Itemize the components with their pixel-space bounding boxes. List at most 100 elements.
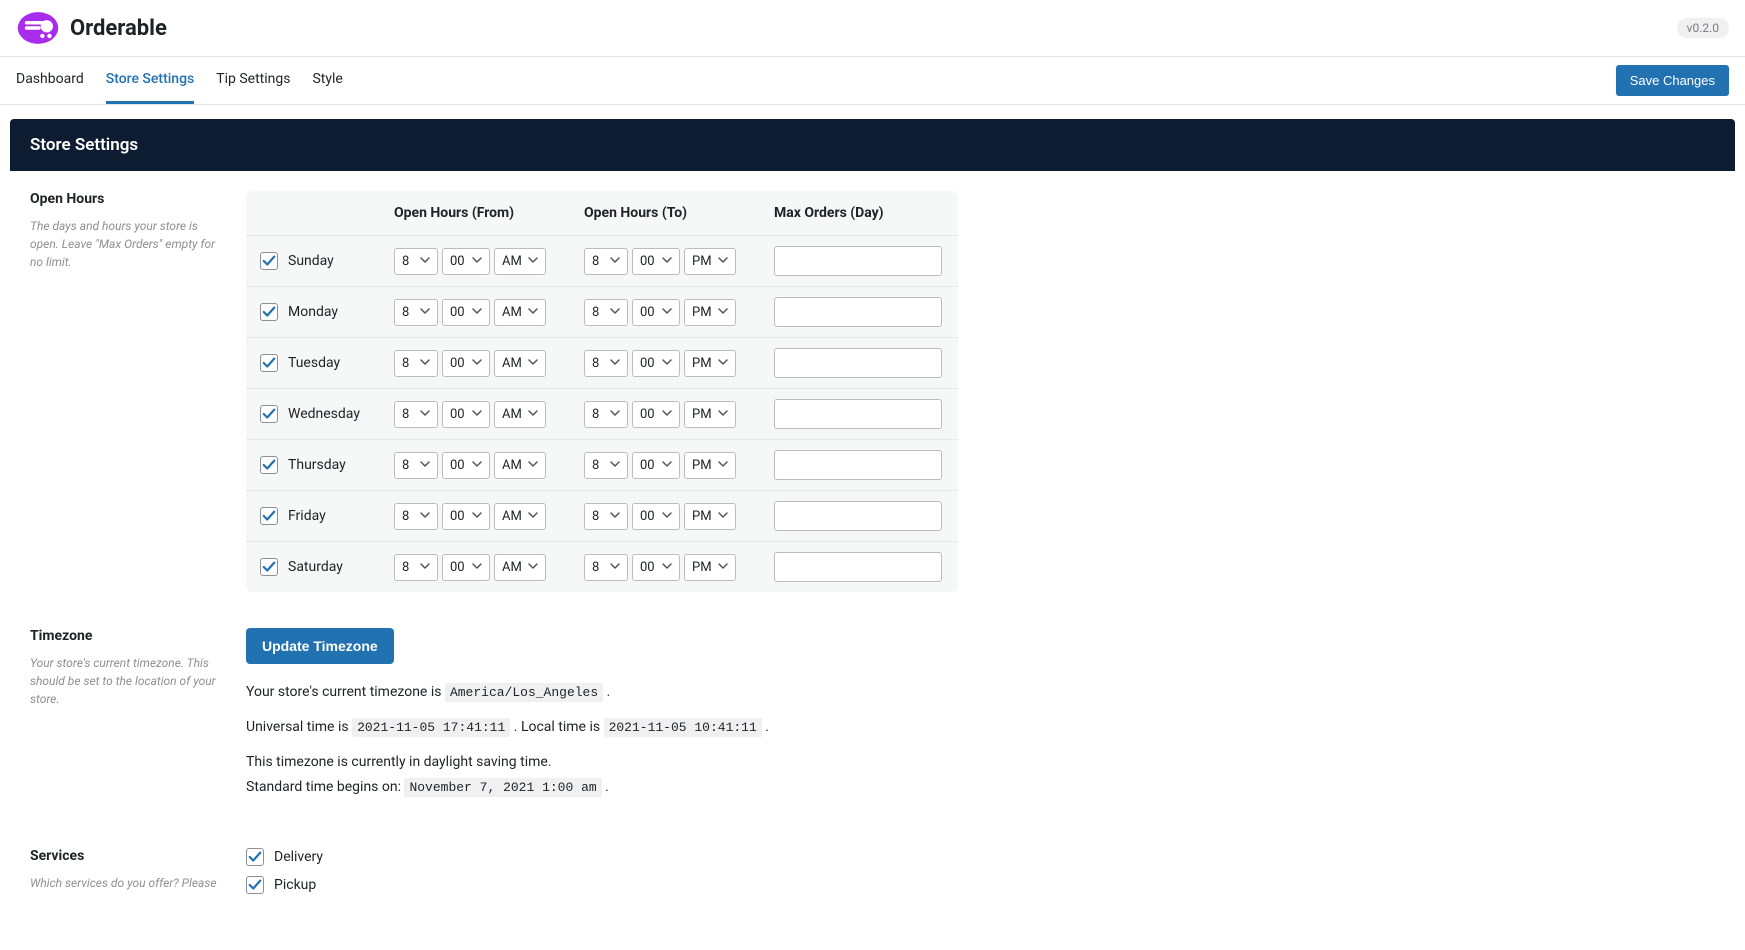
to-ampm-select[interactable]: PM <box>684 503 736 530</box>
to-minute-select[interactable]: 00 <box>632 248 680 275</box>
chevron-down-icon <box>662 407 672 422</box>
from-ampm-select[interactable]: AM <box>494 554 546 581</box>
from-ampm-select[interactable]: AM <box>494 248 546 275</box>
from-minute-select[interactable]: 00 <box>442 452 490 479</box>
to-hour-select[interactable]: 8 <box>584 554 628 581</box>
max-orders-input[interactable] <box>774 399 942 429</box>
from-ampm-select[interactable]: AM <box>494 452 546 479</box>
table-row: Sunday800AM800PM <box>246 236 958 287</box>
day-enabled-checkbox[interactable] <box>260 558 278 576</box>
from-ampm-select[interactable]: AM <box>494 299 546 326</box>
from-hour-select[interactable]: 8 <box>394 452 438 479</box>
day-enabled-checkbox[interactable] <box>260 507 278 525</box>
from-hour-select[interactable]: 8 <box>394 503 438 530</box>
text: . <box>765 719 769 735</box>
from-ampm-select[interactable]: AM <box>494 503 546 530</box>
brand-name: Orderable <box>70 16 167 41</box>
max-orders-input[interactable] <box>774 450 942 480</box>
tab-store-settings[interactable]: Store Settings <box>106 57 195 104</box>
tab-style[interactable]: Style <box>312 57 342 104</box>
update-timezone-button[interactable]: Update Timezone <box>246 628 394 664</box>
from-ampm-select[interactable]: AM <box>494 350 546 377</box>
to-ampm-select[interactable]: PM <box>684 350 736 377</box>
from-hour-select[interactable]: 8 <box>394 299 438 326</box>
brand: Orderable <box>16 10 167 46</box>
service-label: Pickup <box>274 877 316 893</box>
max-orders-input[interactable] <box>774 297 942 327</box>
to-minute-select[interactable]: 00 <box>632 503 680 530</box>
max-orders-input[interactable] <box>774 348 942 378</box>
tab-tip-settings[interactable]: Tip Settings <box>216 57 290 104</box>
max-orders-input[interactable] <box>774 552 942 582</box>
from-hour-select[interactable]: 8 <box>394 554 438 581</box>
chevron-down-icon <box>662 458 672 473</box>
to-ampm-select[interactable]: PM <box>684 554 736 581</box>
select-value: AM <box>502 305 522 320</box>
to-minute-select[interactable]: 00 <box>632 299 680 326</box>
day-label: Friday <box>288 508 326 524</box>
from-minute-select[interactable]: 00 <box>442 350 490 377</box>
max-cell <box>774 348 944 378</box>
tab-dashboard[interactable]: Dashboard <box>16 57 84 104</box>
to-minute-select[interactable]: 00 <box>632 401 680 428</box>
from-minute-select[interactable]: 00 <box>442 248 490 275</box>
from-minute-select[interactable]: 00 <box>442 401 490 428</box>
select-value: PM <box>692 254 712 269</box>
chevron-down-icon <box>528 560 538 575</box>
service-checkbox[interactable] <box>246 876 264 894</box>
max-cell <box>774 246 944 276</box>
to-hour-select[interactable]: 8 <box>584 452 628 479</box>
to-hour-select[interactable]: 8 <box>584 401 628 428</box>
chevron-down-icon <box>420 509 430 524</box>
select-value: 8 <box>402 305 409 320</box>
from-minute-select[interactable]: 00 <box>442 503 490 530</box>
select-value: PM <box>692 509 712 524</box>
to-cell: 8 00PM <box>584 401 774 428</box>
chevron-down-icon <box>528 509 538 524</box>
save-button[interactable]: Save Changes <box>1616 65 1729 96</box>
chevron-down-icon <box>610 305 620 320</box>
select-value: 8 <box>402 254 409 269</box>
day-cell: Monday <box>260 303 394 321</box>
select-value: 00 <box>450 407 465 422</box>
day-enabled-checkbox[interactable] <box>260 252 278 270</box>
day-label: Sunday <box>288 253 334 269</box>
from-hour-select[interactable]: 8 <box>394 350 438 377</box>
from-minute-select[interactable]: 00 <box>442 554 490 581</box>
day-enabled-checkbox[interactable] <box>260 456 278 474</box>
day-cell: Tuesday <box>260 354 394 372</box>
select-value: PM <box>692 305 712 320</box>
to-minute-select[interactable]: 00 <box>632 452 680 479</box>
to-hour-select[interactable]: 8 <box>584 503 628 530</box>
day-enabled-checkbox[interactable] <box>260 303 278 321</box>
to-ampm-select[interactable]: PM <box>684 401 736 428</box>
to-ampm-select[interactable]: PM <box>684 452 736 479</box>
to-hour-select[interactable]: 8 <box>584 248 628 275</box>
from-minute-select[interactable]: 00 <box>442 299 490 326</box>
timezone-times-line: Universal time is 2021-11-05 17:41:11 . … <box>246 717 1715 738</box>
from-ampm-select[interactable]: AM <box>494 401 546 428</box>
max-orders-input[interactable] <box>774 246 942 276</box>
from-hour-select[interactable]: 8 <box>394 248 438 275</box>
select-value: AM <box>502 356 522 371</box>
day-enabled-checkbox[interactable] <box>260 405 278 423</box>
day-enabled-checkbox[interactable] <box>260 354 278 372</box>
text: . <box>605 779 609 795</box>
to-minute-select[interactable]: 00 <box>632 350 680 377</box>
select-value: 8 <box>592 407 599 422</box>
to-hour-select[interactable]: 8 <box>584 350 628 377</box>
service-checkbox[interactable] <box>246 848 264 866</box>
to-minute-select[interactable]: 00 <box>632 554 680 581</box>
max-orders-input[interactable] <box>774 501 942 531</box>
to-ampm-select[interactable]: PM <box>684 248 736 275</box>
chevron-down-icon <box>662 560 672 575</box>
to-hour-select[interactable]: 8 <box>584 299 628 326</box>
section-timezone: Timezone Your store's current timezone. … <box>10 628 1735 812</box>
services-label: Services <box>30 848 226 864</box>
section-right: Update Timezone Your store's current tim… <box>246 628 1715 812</box>
from-hour-select[interactable]: 8 <box>394 401 438 428</box>
to-cell: 800 PM <box>584 299 774 326</box>
section-services: Services Which services do you offer? Pl… <box>10 848 1735 894</box>
to-ampm-select[interactable]: PM <box>684 299 736 326</box>
from-cell: 800AM <box>394 452 584 479</box>
